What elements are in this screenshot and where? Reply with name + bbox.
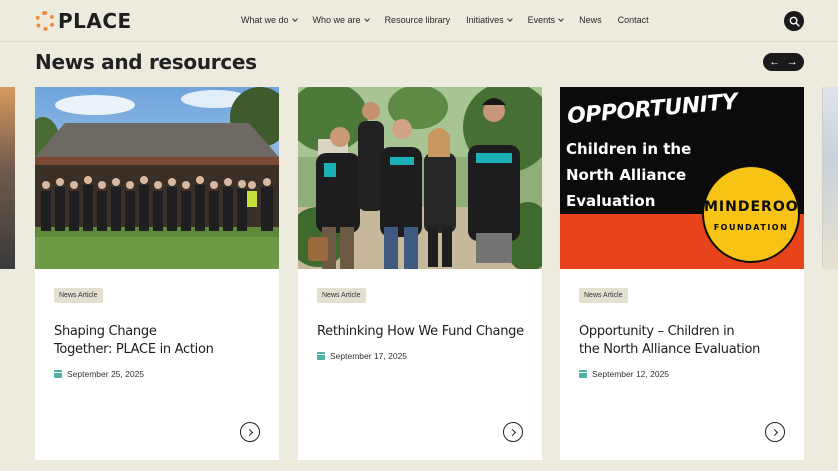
card-title[interactable]: Opportunity – Children in the North Alli…	[579, 323, 794, 359]
section-title: News and resources	[35, 50, 257, 74]
nav-item-resource-library[interactable]: Resource library	[385, 15, 451, 25]
nav-label: Events	[527, 15, 556, 25]
calendar-icon	[54, 370, 62, 378]
opportunity-graphic: OPPORTUNITY Children in the North Allian…	[560, 87, 804, 269]
chevron-down-icon	[363, 16, 370, 22]
chevron-right-icon	[508, 428, 516, 436]
nav-item-contact[interactable]: Contact	[618, 15, 649, 25]
place-logo[interactable]: PLACE	[35, 9, 132, 33]
opportunity-headline: OPPORTUNITY	[566, 89, 739, 130]
card-image-young-people[interactable]	[298, 87, 542, 269]
news-card[interactable]: News Article Rethinking How We Fund Chan…	[298, 87, 542, 460]
previous-card-peek[interactable]	[0, 87, 15, 269]
nav-label: What we do	[241, 15, 289, 25]
seal-text-bottom: FOUNDATION	[713, 223, 789, 232]
nav-label: Who we are	[312, 15, 361, 25]
nav-item-news[interactable]: News	[579, 15, 602, 25]
image-text-line: North Alliance	[566, 166, 687, 184]
category-badge[interactable]: News Article	[579, 288, 628, 303]
arrow-left-icon[interactable]: ←	[769, 56, 780, 68]
card-image-opportunity[interactable]: OPPORTUNITY Children in the North Allian…	[560, 87, 804, 269]
date-text: September 12, 2025	[592, 369, 670, 379]
card-image-group-photo[interactable]	[35, 87, 279, 269]
site-header: PLACE What we do Who we are Resource lib…	[0, 0, 838, 42]
nav-label: Contact	[617, 15, 649, 25]
date-text: September 17, 2025	[330, 351, 408, 361]
news-card[interactable]: News Article Shaping Change Together: PL…	[35, 87, 279, 460]
category-badge[interactable]: News Article	[317, 288, 366, 303]
card-title-line: Together: PLACE in Action	[54, 342, 214, 357]
nav-item-initiatives[interactable]: Initiatives	[466, 15, 513, 25]
main-nav: What we do Who we are Resource library I…	[241, 15, 665, 25]
read-more-button[interactable]	[503, 422, 523, 442]
image-text-line: Children in the	[566, 140, 692, 158]
card-title-line: the North Alliance Evaluation	[579, 342, 761, 357]
read-more-button[interactable]	[765, 422, 785, 442]
calendar-icon	[579, 370, 587, 378]
card-date: September 25, 2025	[54, 369, 144, 379]
date-text: September 25, 2025	[67, 369, 145, 379]
slider-controls: ← →	[763, 53, 804, 71]
logo-text: PLACE	[58, 9, 132, 33]
card-date: September 12, 2025	[579, 369, 669, 379]
chevron-right-icon	[770, 428, 778, 436]
group-photo-image	[35, 87, 279, 269]
news-card[interactable]: OPPORTUNITY Children in the North Allian…	[560, 87, 804, 460]
chevron-right-icon	[245, 428, 253, 436]
card-date: September 17, 2025	[317, 351, 407, 361]
seal-text-top: MINDEROO	[704, 199, 799, 215]
card-title-line: Shaping Change	[54, 324, 157, 339]
card-title[interactable]: Shaping Change Together: PLACE in Action	[54, 323, 269, 359]
nav-item-who-we-are[interactable]: Who we are	[312, 15, 370, 25]
search-icon	[789, 16, 800, 27]
logo-ring-icon	[35, 11, 55, 31]
young-people-photo-image	[298, 87, 542, 269]
nav-item-events[interactable]: Events	[528, 15, 564, 25]
arrow-right-icon[interactable]: →	[787, 56, 798, 68]
nav-label: Resource library	[384, 15, 451, 25]
chevron-down-icon	[558, 16, 564, 22]
next-card-peek[interactable]	[822, 87, 838, 269]
search-button[interactable]	[784, 11, 804, 31]
chevron-down-icon	[291, 16, 298, 22]
nav-label: Initiatives	[466, 15, 504, 25]
nav-label: News	[579, 15, 602, 25]
card-title-line: Opportunity – Children in	[579, 324, 735, 339]
card-title[interactable]: Rethinking How We Fund Change	[317, 323, 532, 341]
card-title-line: Rethinking How We Fund Change	[317, 324, 524, 339]
nav-item-what-we-do[interactable]: What we do	[241, 15, 298, 25]
chevron-down-icon	[506, 16, 513, 22]
read-more-button[interactable]	[240, 422, 260, 442]
calendar-icon	[317, 352, 325, 360]
minderoo-foundation-seal: MINDEROO FOUNDATION	[702, 165, 800, 263]
image-text-line: Evaluation	[566, 192, 656, 210]
category-badge[interactable]: News Article	[54, 288, 103, 303]
